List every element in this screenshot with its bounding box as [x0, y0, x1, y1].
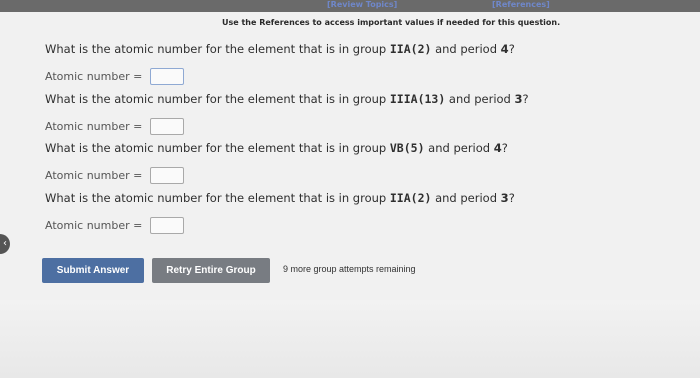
- period-label: 4: [500, 42, 509, 56]
- question-suffix: ?: [508, 42, 515, 56]
- attempts-remaining-text: 9 more group attempts remaining: [283, 264, 416, 274]
- answer-row: Atomic number =: [45, 167, 508, 184]
- question-text: What is the atomic number for the elemen…: [45, 141, 508, 155]
- question-mid: and period: [424, 141, 494, 155]
- group-label: VB(5): [389, 141, 425, 155]
- chevron-left-icon[interactable]: ‹: [0, 234, 10, 254]
- question-2: What is the atomic number for the elemen…: [45, 92, 529, 135]
- period-label: 4: [493, 141, 502, 155]
- group-label: IIA(2): [389, 42, 432, 56]
- question-prefix: What is the atomic number for the elemen…: [45, 141, 390, 155]
- answer-label: Atomic number =: [45, 219, 143, 232]
- question-3: What is the atomic number for the elemen…: [45, 141, 508, 184]
- answer-row: Atomic number =: [45, 118, 529, 135]
- answer-label: Atomic number =: [45, 70, 143, 83]
- question-mid: and period: [431, 191, 501, 205]
- question-mid: and period: [445, 92, 515, 106]
- answer-row: Atomic number =: [45, 68, 515, 85]
- question-prefix: What is the atomic number for the elemen…: [45, 42, 390, 56]
- answer-row: Atomic number =: [45, 217, 515, 234]
- retry-entire-group-button[interactable]: Retry Entire Group: [152, 258, 270, 283]
- period-label: 3: [500, 191, 509, 205]
- submit-answer-button[interactable]: Submit Answer: [42, 258, 144, 283]
- question-1: What is the atomic number for the elemen…: [45, 42, 515, 85]
- background-shade: [0, 300, 700, 378]
- top-links: [Review Topics] [References]: [0, 0, 700, 11]
- question-text: What is the atomic number for the elemen…: [45, 191, 515, 205]
- answer-label: Atomic number =: [45, 120, 143, 133]
- question-suffix: ?: [522, 92, 529, 106]
- question-suffix: ?: [508, 191, 515, 205]
- answer-input-4[interactable]: [150, 217, 185, 234]
- question-prefix: What is the atomic number for the elemen…: [45, 191, 390, 205]
- question-text: What is the atomic number for the elemen…: [45, 42, 515, 56]
- question-mid: and period: [431, 42, 501, 56]
- answer-input-2[interactable]: [150, 118, 185, 135]
- instructions-text: Use the References to access important v…: [222, 18, 561, 27]
- question-4: What is the atomic number for the elemen…: [45, 191, 515, 234]
- group-label: IIA(2): [389, 191, 432, 205]
- references-link[interactable]: [References]: [492, 0, 550, 9]
- answer-input-1[interactable]: [150, 68, 185, 85]
- question-text: What is the atomic number for the elemen…: [45, 92, 529, 106]
- answer-input-3[interactable]: [150, 167, 185, 184]
- review-topics-link[interactable]: [Review Topics]: [327, 0, 397, 9]
- question-prefix: What is the atomic number for the elemen…: [45, 92, 390, 106]
- period-label: 3: [514, 92, 523, 106]
- group-label: IIIA(13): [389, 92, 446, 106]
- question-suffix: ?: [501, 141, 508, 155]
- answer-label: Atomic number =: [45, 169, 143, 182]
